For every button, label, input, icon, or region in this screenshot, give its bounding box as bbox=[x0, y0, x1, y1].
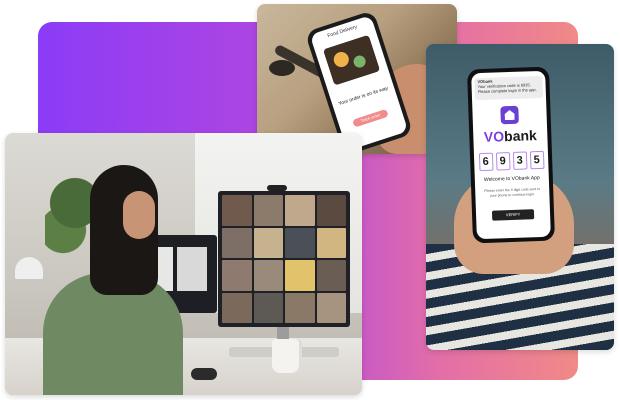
video-participant-tile bbox=[316, 227, 346, 258]
bank-brand-name: VObank bbox=[473, 127, 548, 146]
video-participant-tile bbox=[222, 292, 252, 323]
brand-prefix: VO bbox=[483, 128, 505, 145]
food-image bbox=[322, 34, 381, 86]
video-call-monitor bbox=[218, 191, 350, 327]
video-participant-tile bbox=[285, 227, 315, 258]
track-order-button[interactable]: Track order bbox=[352, 108, 389, 128]
notification-text: Your verification code is 6935. Please c… bbox=[477, 82, 537, 94]
video-participant-tile bbox=[222, 260, 252, 291]
food-app-message: Your order is on its way bbox=[337, 85, 389, 108]
spoon-head bbox=[269, 60, 295, 76]
video-participant-tile bbox=[253, 227, 283, 258]
sms-notification[interactable]: VObank Your verification code is 6935. P… bbox=[474, 75, 544, 101]
video-participant-tile bbox=[316, 260, 346, 291]
code-digit[interactable]: 5 bbox=[529, 150, 545, 170]
person-face bbox=[123, 191, 155, 239]
code-digit[interactable]: 3 bbox=[512, 151, 528, 170]
lamp bbox=[15, 257, 43, 279]
video-call-workspace-photo bbox=[5, 133, 362, 395]
bank-app-photo: VObank Your verification code is 6935. P… bbox=[426, 44, 614, 350]
coffee-mug bbox=[272, 339, 302, 373]
video-participant-tile bbox=[222, 195, 252, 226]
welcome-text: Welcome to VObank App bbox=[483, 175, 540, 183]
info-text: Please enter the 4 digit code sent to yo… bbox=[484, 187, 541, 198]
code-digit[interactable]: 9 bbox=[495, 152, 511, 171]
code-digit[interactable]: 6 bbox=[478, 152, 494, 172]
video-participant-tile bbox=[253, 292, 283, 323]
bank-app-screen: VObank Your verification code is 6935. P… bbox=[471, 70, 551, 240]
video-participant-tile bbox=[316, 195, 346, 226]
video-participant-tile bbox=[253, 195, 283, 226]
bank-logo-icon bbox=[500, 105, 519, 125]
verify-button[interactable]: VERIFY bbox=[491, 209, 535, 221]
mouse bbox=[191, 368, 217, 380]
video-participant-tile bbox=[222, 227, 252, 258]
food-app-screen: Food Delivery Your order is on its way T… bbox=[309, 15, 409, 151]
video-participant-tile bbox=[285, 195, 315, 226]
bank-app-phone: VObank Your verification code is 6935. P… bbox=[466, 66, 556, 244]
video-participant-tile bbox=[253, 260, 283, 291]
document-page bbox=[177, 247, 207, 291]
video-call-grid bbox=[222, 195, 346, 323]
video-participant-tile bbox=[316, 292, 346, 323]
video-participant-tile bbox=[285, 292, 315, 323]
verification-code-inputs: 6 9 3 5 bbox=[478, 150, 545, 172]
video-participant-tile bbox=[285, 260, 315, 291]
brand-suffix: bank bbox=[503, 127, 538, 145]
